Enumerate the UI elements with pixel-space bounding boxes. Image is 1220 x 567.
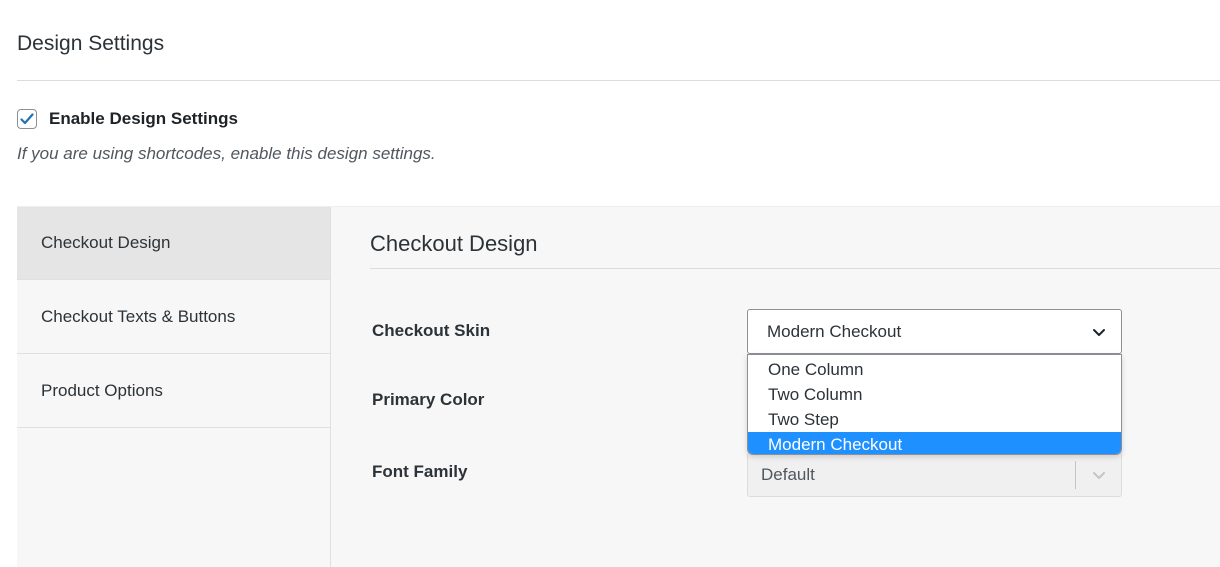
section-title: Checkout Design	[370, 231, 538, 256]
dropdown-option-two-column[interactable]: Two Column	[748, 382, 1121, 407]
enable-design-settings-label[interactable]: Enable Design Settings	[49, 109, 238, 129]
design-settings-panel: Checkout Design Checkout Texts & Buttons…	[17, 206, 1220, 567]
select-divider	[1075, 461, 1076, 489]
checkout-skin-label: Checkout Skin	[372, 321, 491, 340]
checkmark-icon	[20, 113, 34, 125]
chevron-down-icon	[1093, 472, 1105, 479]
font-family-label: Font Family	[372, 462, 468, 481]
section-divider	[370, 268, 1220, 269]
sidebar-item-label: Product Options	[41, 380, 163, 400]
dropdown-option-modern-checkout[interactable]: Modern Checkout	[748, 432, 1121, 454]
sidebar-item-product-options[interactable]: Product Options	[17, 354, 330, 428]
shortcode-hint: If you are using shortcodes, enable this…	[17, 144, 436, 163]
checkout-skin-dropdown[interactable]: One Column Two Column Two Step Modern Ch…	[747, 354, 1122, 455]
chevron-down-icon	[1093, 329, 1105, 336]
settings-sidebar: Checkout Design Checkout Texts & Buttons…	[17, 207, 331, 567]
sidebar-item-checkout-texts-buttons[interactable]: Checkout Texts & Buttons	[17, 280, 330, 354]
font-family-value: Default	[761, 464, 815, 484]
checkout-skin-value: Modern Checkout	[767, 321, 902, 341]
sidebar-item-label: Checkout Design	[41, 233, 171, 252]
sidebar-item-label: Checkout Texts & Buttons	[41, 306, 236, 326]
sidebar-item-checkout-design[interactable]: Checkout Design	[17, 207, 330, 280]
page-title: Design Settings	[17, 32, 165, 55]
enable-design-settings-checkbox[interactable]	[17, 109, 37, 129]
primary-color-label: Primary Color	[372, 390, 485, 409]
settings-content: Checkout Design Checkout Skin Modern Che…	[370, 207, 1220, 567]
font-family-select[interactable]: Default	[747, 452, 1122, 497]
enable-design-settings-row[interactable]: Enable Design Settings	[17, 109, 238, 129]
title-divider	[17, 80, 1220, 81]
dropdown-option-one-column[interactable]: One Column	[748, 357, 1121, 382]
dropdown-option-two-step[interactable]: Two Step	[748, 407, 1121, 432]
checkout-skin-select[interactable]: Modern Checkout	[747, 309, 1122, 354]
